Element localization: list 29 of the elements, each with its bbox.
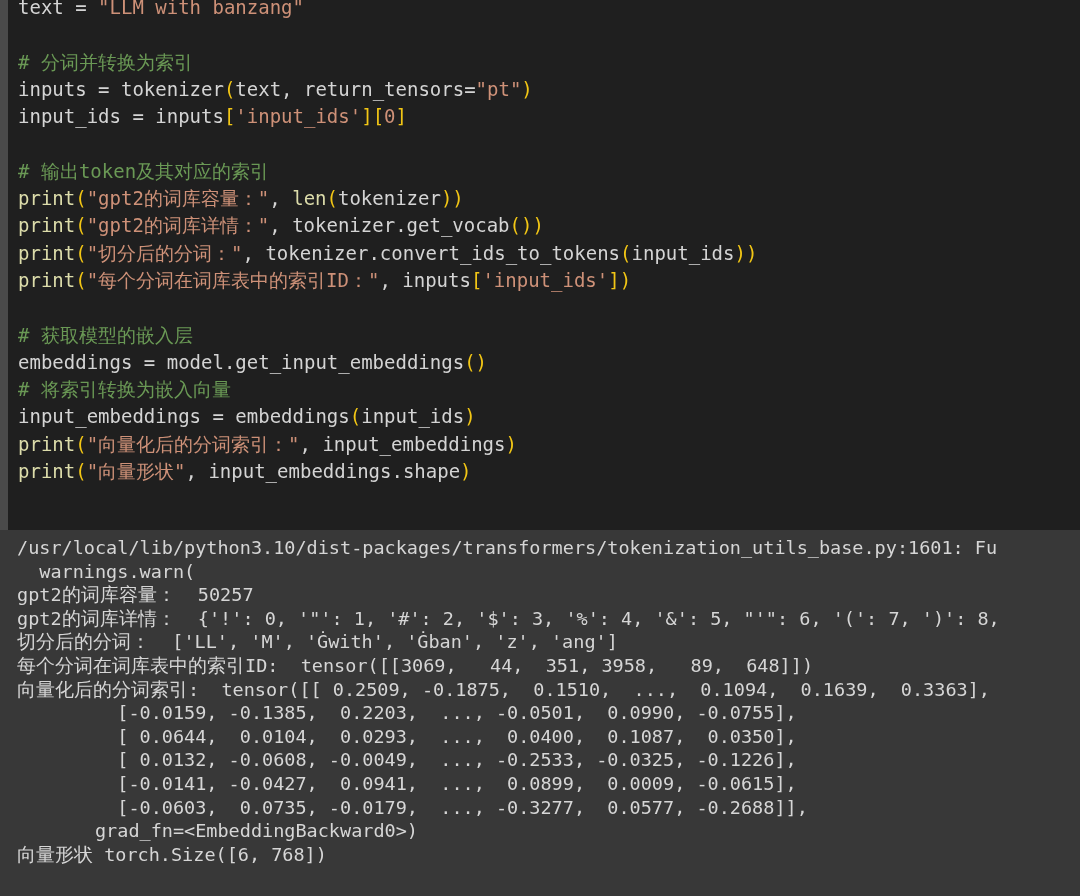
code-line: print("向量形状", input_embeddings.shape): [18, 459, 473, 485]
code-line: inputs = tokenizer(text, return_tensors="pt"): [18, 76, 534, 103]
output-line: warnings.warn(: [38, 559, 197, 584]
output-line: [-0.0159, -0.1385, 0.2203, ..., -0.0501, 0.0990, -0.0755],: [116, 701, 798, 725]
code-line: embeddings = model.get_input_embeddings(): [18, 349, 488, 376]
code-line: input_embeddings = embeddings(input_ids): [18, 404, 477, 430]
code-line: print("向量化后的分词索引：", input_embeddings): [18, 431, 518, 458]
code-line: # 获取模型的嵌入层: [18, 322, 194, 348]
code-line: # 将索引转换为嵌入向量: [18, 377, 232, 403]
output-line: gpt2的词库容量： 50257: [17, 583, 255, 607]
output-line: [ 0.0132, -0.0608, -0.0049, ..., -0.2533, -0.0325, -0.1226],: [116, 748, 798, 772]
code-line: print("gpt2的词库容量：", len(tokenizer)): [18, 186, 465, 212]
output-line: [-0.0603, 0.0735, -0.0179, ..., -0.3277, 0.0577, -0.2688]],: [116, 795, 809, 820]
code-line: # 输出token及其对应的索引: [18, 158, 271, 184]
output-line: gpt2的词库详情： {'!': 0, '"': 1, '#': 2, '$': 3, '%': 4, '&': 5, "'": 6, '(': 7, ')': 8,: [17, 606, 1001, 631]
code-line: print("切分后的分词：", tokenizer.convert_ids_to_tokens(input_ids)): [18, 240, 758, 267]
output-line: 向量形状 torch.Size([6, 768]): [17, 842, 328, 867]
output-line: grad_fn=<EmbeddingBackward0>): [93, 819, 419, 843]
output-line: 向量化后的分词索引: tensor([[ 0.2509, -0.1875, 0.1510, ..., 0.1094, 0.1639, 0.3363],: [17, 677, 991, 702]
output-line: [-0.0141, -0.0427, 0.0941, ..., 0.0899, 0.0009, -0.0615],: [116, 771, 798, 796]
code-line: print("gpt2的词库详情：", tokenizer.get_vocab()): [18, 213, 545, 239]
output-line: 每个分词在词库表中的索引ID: tensor([[3069, 44, 351, 3958, 89, 648]]): [17, 653, 815, 678]
output-line: 切分后的分词： ['LL', 'M', 'Ġwith', 'Ġban', 'z', 'ang']: [17, 630, 619, 654]
code-line: print("每个分词在词库表中的索引ID：", inputs['input_ids']): [18, 267, 633, 294]
output-line: /usr/local/lib/python3.10/dist-packages/transformers/tokenization_utils_base.py:1601: Fu: [17, 536, 999, 560]
code-line: # 分词并转换为索引: [18, 49, 194, 75]
output-line: [ 0.0644, 0.0104, 0.0293, ..., 0.0400, 0.1087, 0.0350],: [116, 724, 798, 749]
code-line: text = "LLM with banzang": [18, 0, 305, 20]
code-line: input_ids = inputs['input_ids'][0]: [18, 104, 408, 130]
